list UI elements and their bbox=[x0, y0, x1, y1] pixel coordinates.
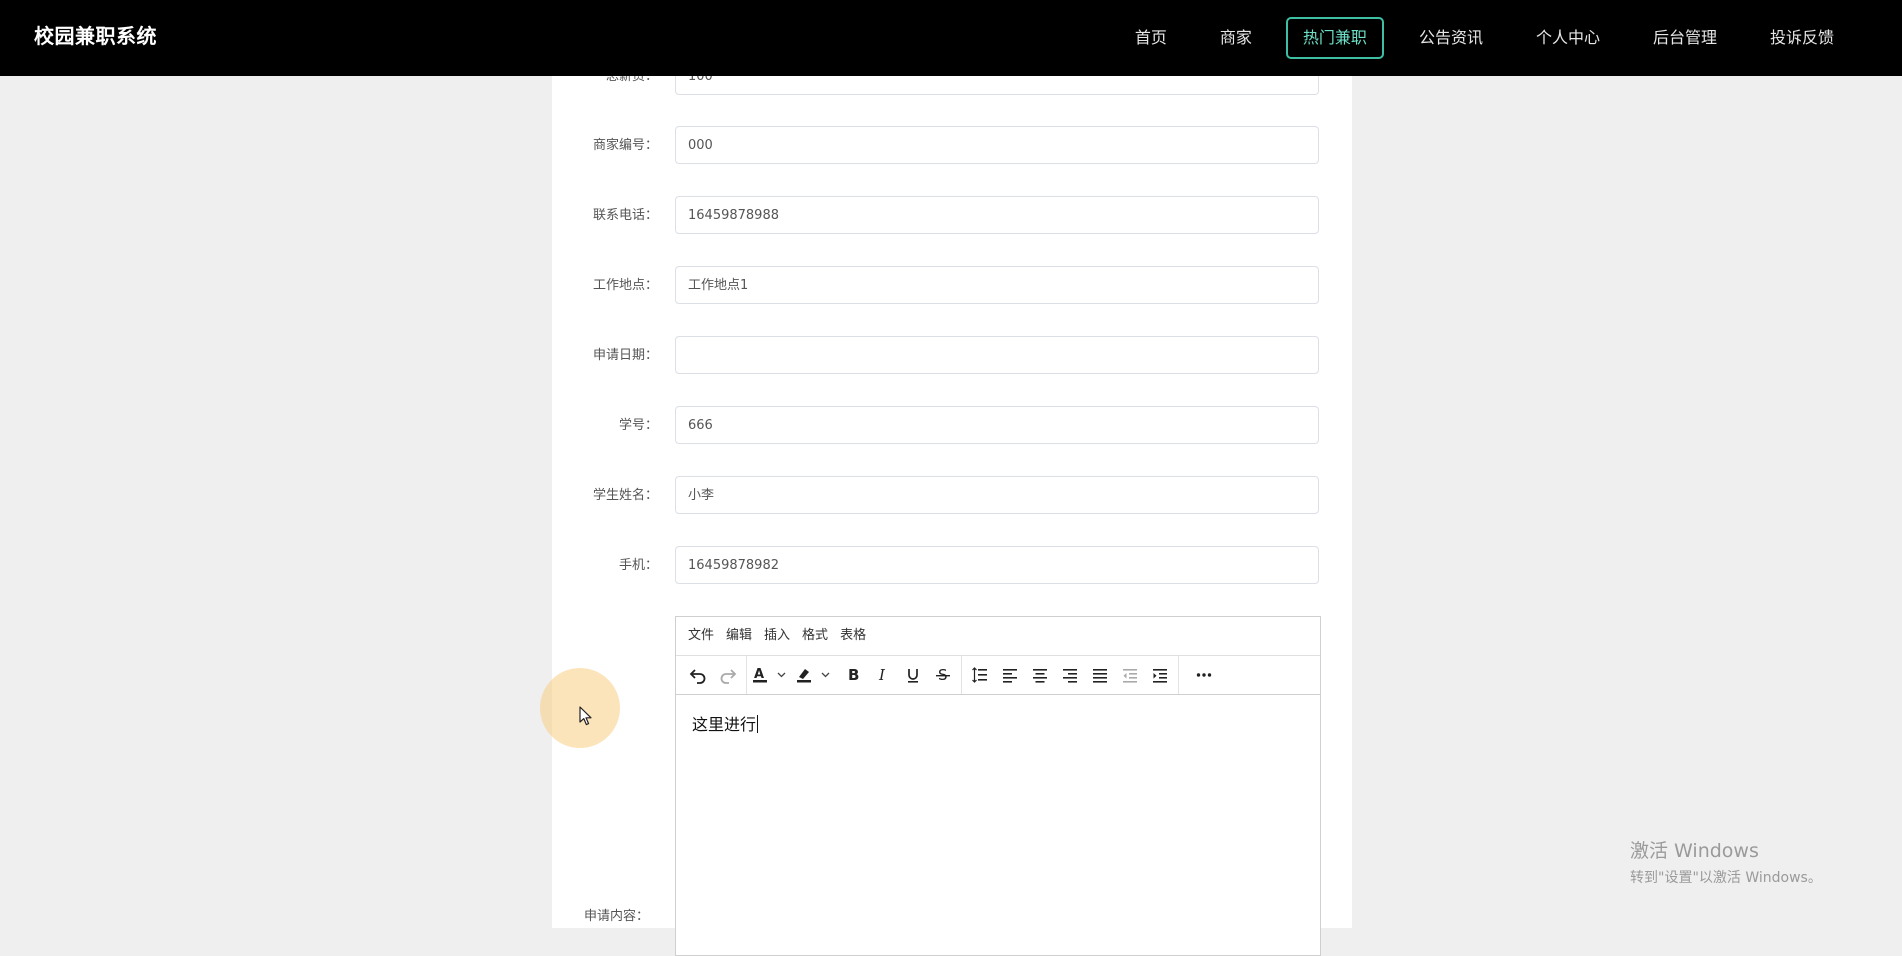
align-right-icon[interactable] bbox=[1055, 660, 1085, 690]
work-location-input[interactable]: 工作地点1 bbox=[675, 266, 1319, 304]
menu-insert[interactable]: 插入 bbox=[758, 617, 796, 655]
highlight-color-icon[interactable] bbox=[794, 660, 838, 690]
nav-feedback[interactable]: 投诉反馈 bbox=[1744, 17, 1860, 59]
nav-announcements[interactable]: 公告资讯 bbox=[1393, 17, 1509, 59]
more-icon[interactable] bbox=[1182, 660, 1226, 690]
menu-table[interactable]: 表格 bbox=[834, 617, 872, 655]
field-label: 学号： bbox=[618, 418, 658, 433]
nav-admin[interactable]: 后台管理 bbox=[1627, 17, 1743, 59]
redo-icon[interactable] bbox=[713, 660, 743, 690]
form-row-merchant-id: 商家编号： 000 bbox=[552, 126, 1352, 166]
italic-icon[interactable]: I bbox=[868, 660, 898, 690]
top-navbar: 校园兼职系统 首页 商家 热门兼职 公告资讯 个人中心 后台管理 投诉反馈 bbox=[0, 0, 1902, 76]
strikethrough-icon[interactable]: S bbox=[928, 660, 958, 690]
watermark-line1: 激活 Windows bbox=[1630, 840, 1759, 862]
form-row-student-name: 学生姓名： 小李 bbox=[552, 476, 1352, 516]
align-left-icon[interactable] bbox=[995, 660, 1025, 690]
main-nav: 首页 商家 热门兼职 公告资讯 个人中心 后台管理 投诉反馈 bbox=[1108, 0, 1860, 76]
history-group bbox=[680, 656, 747, 694]
field-label: 申请日期： bbox=[592, 348, 658, 363]
form-row-student-id: 学号： 666 bbox=[552, 406, 1352, 446]
form-row-apply-date: 申请日期： bbox=[552, 336, 1352, 376]
nav-hot-jobs[interactable]: 热门兼职 bbox=[1285, 17, 1384, 59]
text-color-icon[interactable]: A bbox=[750, 660, 794, 690]
undo-icon[interactable] bbox=[683, 660, 713, 690]
field-label: 工作地点： bbox=[592, 278, 658, 293]
mouse-pointer-icon bbox=[579, 706, 593, 730]
svg-text:A: A bbox=[754, 667, 764, 682]
menu-format[interactable]: 格式 bbox=[796, 617, 834, 655]
watermark-line2: 转到"设置"以激活 Windows。 bbox=[1630, 870, 1822, 886]
rich-text-editor: 文件 编辑 插入 格式 表格 A B I 这里进行 bbox=[675, 616, 1321, 956]
align-center-icon[interactable] bbox=[1025, 660, 1055, 690]
more-group bbox=[1179, 656, 1229, 694]
menu-edit[interactable]: 编辑 bbox=[720, 617, 758, 655]
nav-home[interactable]: 首页 bbox=[1109, 17, 1193, 59]
editor-toolbar: A B I S bbox=[676, 656, 1320, 695]
field-label: 联系电话： bbox=[592, 208, 658, 223]
menu-file[interactable]: 文件 bbox=[682, 617, 720, 655]
form-panel: 总薪资： 100 商家编号： 000 联系电话： 16459878988 工作地… bbox=[552, 0, 1352, 956]
bold-icon[interactable]: B bbox=[838, 660, 868, 690]
field-label: 学生姓名： bbox=[592, 488, 658, 503]
form-row-mobile: 手机： 16459878982 bbox=[552, 546, 1352, 586]
content-label: 申请内容： bbox=[584, 909, 650, 924]
windows-activation-watermark: 激活 Windows 转到"设置"以激活 Windows。 bbox=[1630, 836, 1822, 887]
form-row-location: 工作地点： 工作地点1 bbox=[552, 266, 1352, 306]
nav-personal-center[interactable]: 个人中心 bbox=[1510, 17, 1626, 59]
align-group bbox=[962, 656, 1179, 694]
svg-text:I: I bbox=[878, 666, 886, 684]
field-label: 手机： bbox=[618, 558, 658, 573]
form-row-phone: 联系电话： 16459878988 bbox=[552, 196, 1352, 236]
underline-icon[interactable] bbox=[898, 660, 928, 690]
editor-menubar: 文件 编辑 插入 格式 表格 bbox=[676, 617, 1320, 656]
editor-text: 这里进行 bbox=[692, 715, 757, 734]
text-caret bbox=[757, 715, 759, 733]
student-id-input[interactable]: 666 bbox=[675, 406, 1319, 444]
align-justify-icon[interactable] bbox=[1085, 660, 1115, 690]
contact-phone-input[interactable]: 16459878988 bbox=[675, 196, 1319, 234]
field-label: 商家编号： bbox=[592, 138, 658, 153]
svg-text:B: B bbox=[848, 666, 859, 684]
color-group: A B I S bbox=[747, 656, 962, 694]
site-title[interactable]: 校园兼职系统 bbox=[34, 0, 157, 76]
nav-merchants[interactable]: 商家 bbox=[1194, 17, 1278, 59]
outdent-icon[interactable] bbox=[1115, 660, 1145, 690]
editor-content-area[interactable]: 这里进行 bbox=[676, 695, 1320, 751]
apply-date-input[interactable] bbox=[675, 336, 1319, 374]
student-name-input[interactable]: 小李 bbox=[675, 476, 1319, 514]
mobile-input[interactable]: 16459878982 bbox=[675, 546, 1319, 584]
indent-icon[interactable] bbox=[1145, 660, 1175, 690]
merchant-id-input[interactable]: 000 bbox=[675, 126, 1319, 164]
line-height-icon[interactable] bbox=[965, 660, 995, 690]
